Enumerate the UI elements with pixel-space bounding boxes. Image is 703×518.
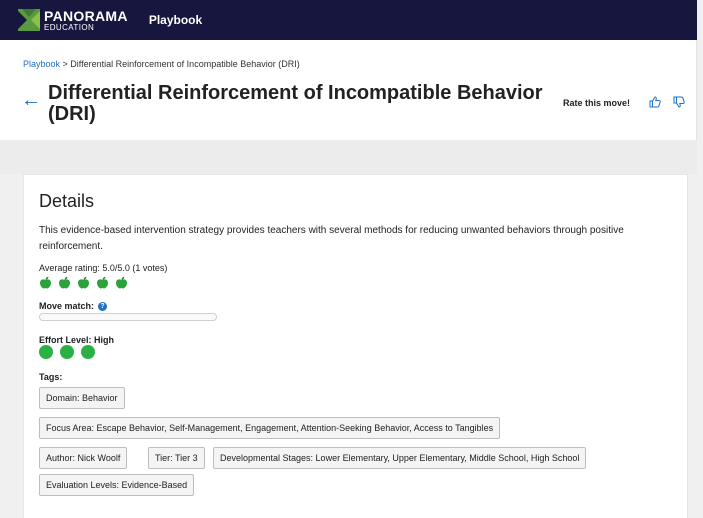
page-header: Playbook > Differential Reinforcement of… xyxy=(0,40,697,140)
breadcrumb-separator: > xyxy=(60,59,71,69)
top-navbar: PANORAMA EDUCATION Playbook xyxy=(0,0,697,40)
details-description: This evidence-based intervention strateg… xyxy=(39,225,624,252)
apple-rating-icon xyxy=(116,276,127,289)
effort-level-dots xyxy=(39,345,95,359)
tag-tier[interactable]: Tier: Tier 3 xyxy=(148,447,205,469)
page-title: Differential Reinforcement of Incompatib… xyxy=(48,82,543,125)
apple-rating-icon xyxy=(59,276,70,289)
details-heading: Details xyxy=(39,191,95,211)
breadcrumb-link-playbook[interactable]: Playbook xyxy=(23,59,60,69)
details-card: Details This evidence-based intervention… xyxy=(23,174,688,518)
rating-apples xyxy=(39,276,128,289)
move-match-text: Move match: xyxy=(39,301,95,311)
breadcrumb: Playbook > Differential Reinforcement of… xyxy=(23,59,300,69)
tag-evaluation-levels[interactable]: Evaluation Levels: Evidence-Based xyxy=(39,474,195,496)
move-match-bar xyxy=(39,313,217,321)
tags-label: Tags: xyxy=(39,372,63,382)
logo-subtitle: EDUCATION xyxy=(44,22,95,32)
effort-dot xyxy=(81,345,95,359)
apple-rating-icon xyxy=(78,276,89,289)
rate-label: Rate this move! xyxy=(563,98,631,108)
help-icon[interactable]: ? xyxy=(98,301,108,311)
move-match-label: Move match: ? xyxy=(39,301,108,311)
breadcrumb-current: Differential Reinforcement of Incompatib… xyxy=(70,59,300,69)
tag-focus-area[interactable]: Focus Area: Escape Behavior, Self-Manage… xyxy=(39,417,501,439)
average-rating-label: Average rating: 5.0/5.0 (1 votes) xyxy=(39,263,168,273)
panorama-logo-mark-icon xyxy=(18,9,40,31)
effort-dot xyxy=(60,345,74,359)
tag-developmental-stages[interactable]: Developmental Stages: Lower Elementary, … xyxy=(213,447,587,469)
nav-link-playbook[interactable]: Playbook xyxy=(149,13,202,27)
tag-author[interactable]: Author: Nick Woolf xyxy=(39,447,128,469)
tag-domain[interactable]: Domain: Behavior xyxy=(39,387,125,409)
back-arrow-icon[interactable]: ← xyxy=(21,90,41,110)
section-spacer xyxy=(0,140,697,174)
logo-wordmark: PANORAMA xyxy=(44,7,128,24)
apple-rating-icon xyxy=(40,276,51,289)
apple-rating-icon xyxy=(97,276,108,289)
thumbs-up-icon[interactable] xyxy=(648,95,662,109)
effort-dot xyxy=(39,345,53,359)
thumbs-down-icon[interactable] xyxy=(672,95,686,109)
effort-level-label: Effort Level: High xyxy=(39,335,115,345)
panorama-logo[interactable]: PANORAMA EDUCATION xyxy=(18,9,128,32)
